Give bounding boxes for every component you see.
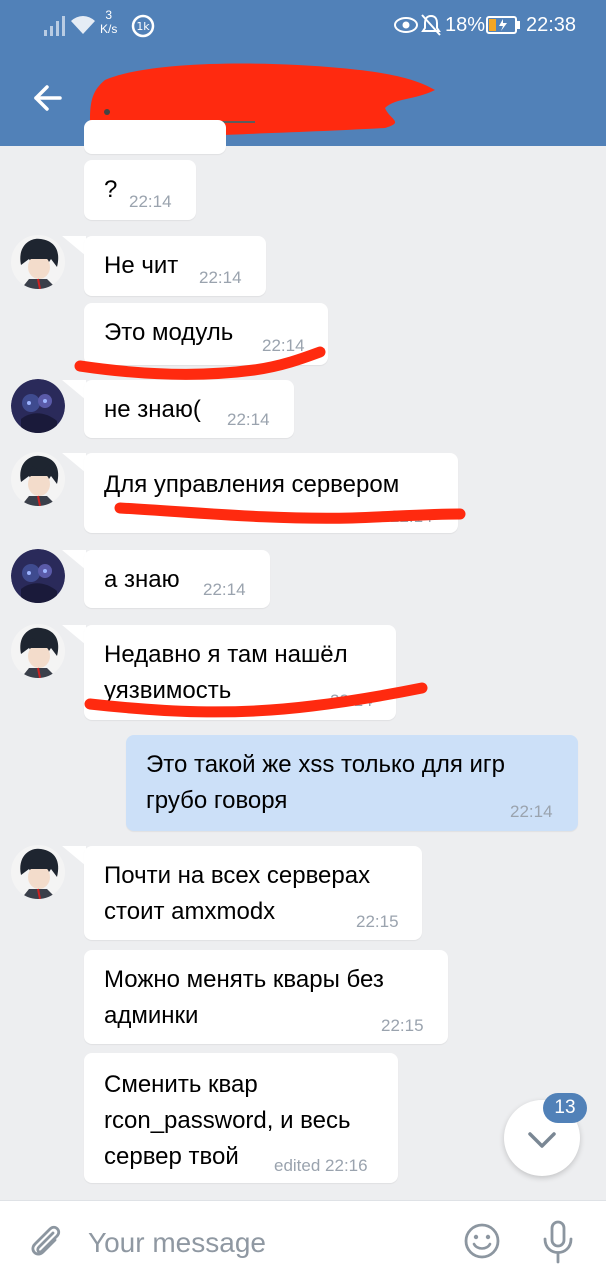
message-bubble: Не чит 22:14: [84, 236, 266, 296]
mic-icon[interactable]: [540, 1219, 576, 1265]
message-time: 22:14: [390, 507, 433, 526]
avatar[interactable]: [11, 624, 65, 678]
message-time: edited 22:16: [274, 1156, 368, 1175]
bubble-tail: [62, 625, 86, 645]
message-bubble-partial: [84, 120, 226, 154]
speed-value: 3: [105, 8, 113, 22]
message-text: не знаю(: [104, 396, 201, 423]
data-saver-icon: 1k: [131, 14, 155, 38]
message-time: 22:14: [330, 691, 373, 710]
avatar[interactable]: [11, 235, 65, 289]
message-bubble: ? 22:14: [84, 160, 196, 220]
unread-count-badge: 13: [543, 1093, 587, 1123]
battery-percent: 18%: [445, 14, 486, 36]
message-bubble: Сменить квар rcon_password, и весь серве…: [84, 1053, 398, 1183]
message-time: 22:14: [262, 336, 305, 355]
eye-icon: [394, 17, 418, 33]
bubble-tail: [62, 550, 86, 570]
bubble-tail: [62, 380, 86, 400]
outgoing-message-bubble: Это такой же xss только для игр грубо го…: [126, 735, 578, 831]
message-time: 22:14: [227, 410, 270, 429]
message-time: 22:14: [203, 580, 246, 599]
status-bar: 3 K/s 1k 18% 22:38: [0, 0, 606, 52]
network-speed: 3 K/s: [100, 8, 117, 36]
message-text: Для управления сервером: [104, 471, 400, 498]
message-bubble: Это модуль 22:14: [84, 303, 328, 365]
back-arrow-icon[interactable]: [30, 80, 66, 116]
mute-bell-icon: [421, 14, 441, 36]
message-bubble: а знаю 22:14: [84, 550, 270, 608]
message-text: Недавно я там нашёл уязвимость: [104, 641, 348, 704]
message-time: 22:15: [381, 1016, 424, 1035]
message-bubble: Для управления сервером 22:14: [84, 453, 458, 533]
svg-text:1k: 1k: [136, 20, 150, 33]
message-bubble: Почти на всех серверах стоит amxmodx 22:…: [84, 846, 422, 940]
message-text: Не чит: [104, 252, 179, 279]
message-time: 22:14: [199, 268, 242, 287]
wifi-icon: [71, 16, 95, 34]
message-text: Почти на всех серверах стоит amxmodx: [104, 862, 371, 925]
speed-unit: K/s: [100, 22, 118, 36]
message-text: ?: [104, 176, 118, 203]
message-text: Можно менять квары без админки: [104, 966, 384, 1029]
avatar[interactable]: [11, 379, 65, 433]
bubble-tail: [62, 846, 86, 866]
message-text: а знаю: [104, 566, 180, 593]
bubble-tail: [62, 453, 86, 473]
status-time: 22:38: [526, 14, 577, 36]
signal-icon: [44, 16, 65, 36]
message-time: 22:15: [356, 912, 399, 931]
message-bubble: Недавно я там нашёл уязвимость 22:14: [84, 625, 396, 720]
battery-icon: [486, 16, 520, 34]
avatar[interactable]: [11, 845, 65, 899]
message-bubble: Можно менять квары без админки 22:15: [84, 950, 448, 1044]
message-text: Это такой же xss только для игр грубо го…: [146, 751, 506, 814]
attach-icon[interactable]: [26, 1221, 66, 1261]
avatar[interactable]: [11, 452, 65, 506]
message-time: 22:14: [510, 802, 553, 821]
message-time: 22:14: [129, 192, 172, 211]
avatar[interactable]: [11, 549, 65, 603]
bubble-tail: [62, 236, 86, 256]
message-bubble: не знаю( 22:14: [84, 380, 294, 438]
message-input[interactable]: [88, 1221, 428, 1265]
emoji-icon[interactable]: [462, 1221, 502, 1261]
message-composer: [0, 1200, 606, 1280]
message-text: Это модуль: [104, 319, 234, 346]
